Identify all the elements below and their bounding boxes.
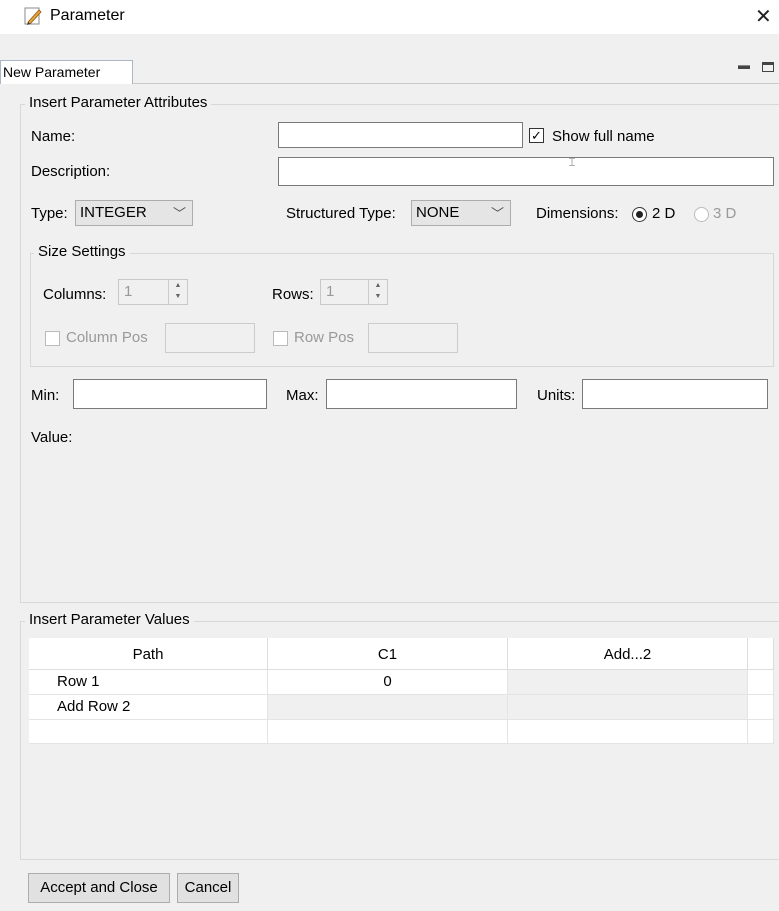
stepper-arrows-icon[interactable]: ▲ ▼ — [368, 280, 387, 304]
row-pos-label: Row Pos — [294, 329, 355, 346]
dimension-3d-radio[interactable] — [694, 207, 709, 222]
minimize-view-icon[interactable]: ▬ — [738, 58, 750, 72]
table-cell — [508, 670, 748, 695]
column-header-spacer — [748, 638, 774, 670]
chevron-down-icon: ﹀ — [490, 206, 504, 221]
chevron-down-icon: ﹀ — [172, 206, 186, 221]
type-select[interactable]: INTEGER ﹀ — [75, 200, 193, 226]
values-table: Path C1 Add...2 Row 1 0 Add Row 2 — [29, 638, 774, 744]
type-label: Type: — [31, 205, 68, 222]
table-row-label[interactable]: Add Row 2 — [29, 695, 268, 720]
table-cell[interactable]: 0 — [268, 670, 508, 695]
table-cell — [268, 695, 508, 720]
show-full-name-checkbox[interactable]: ✓ — [529, 128, 544, 143]
rows-label: Rows: — [272, 286, 314, 303]
text-cursor-icon: Ɪ — [569, 157, 576, 169]
dimension-2d-label: 2 D — [652, 205, 676, 222]
dimension-3d-label: 3 D — [713, 205, 737, 222]
description-label: Description: — [31, 163, 111, 180]
dimensions-label: Dimensions: — [536, 205, 619, 222]
columns-label: Columns: — [43, 286, 107, 303]
value-label: Value: — [31, 429, 73, 446]
tab-divider — [133, 83, 779, 84]
description-field[interactable] — [278, 157, 774, 186]
max-field[interactable] — [326, 379, 517, 409]
size-settings-legend: Size Settings — [34, 243, 130, 260]
pencil-icon — [24, 7, 42, 25]
dimension-2d-radio[interactable] — [632, 207, 647, 222]
structured-type-value: NONE — [416, 204, 460, 221]
columns-stepper[interactable]: 1 ▲ ▼ — [118, 279, 188, 305]
maximize-view-icon[interactable] — [762, 62, 774, 72]
column-header-path[interactable]: Path — [29, 638, 268, 670]
row-pos-checkbox[interactable] — [273, 331, 288, 346]
table-row-label — [29, 720, 268, 744]
units-field[interactable] — [582, 379, 768, 409]
rows-stepper[interactable]: 1 ▲ ▼ — [320, 279, 388, 305]
table-cell — [748, 720, 774, 744]
cancel-button[interactable]: Cancel — [177, 873, 239, 903]
table-cell — [748, 695, 774, 720]
rows-value: 1 — [326, 283, 335, 300]
units-label: Units: — [537, 387, 576, 404]
values-legend: Insert Parameter Values — [25, 611, 194, 628]
table-cell — [268, 720, 508, 744]
structured-type-label: Structured Type: — [286, 205, 396, 222]
min-field[interactable] — [73, 379, 267, 409]
table-cell — [508, 720, 748, 744]
name-label: Name: — [31, 128, 76, 145]
column-header-c1[interactable]: C1 — [268, 638, 508, 670]
columns-value: 1 — [124, 283, 133, 300]
table-cell — [508, 695, 748, 720]
attributes-legend: Insert Parameter Attributes — [25, 94, 212, 111]
window-title: Parameter — [50, 7, 125, 24]
column-header-add[interactable]: Add...2 — [508, 638, 748, 670]
name-field[interactable] — [278, 122, 523, 148]
column-pos-field[interactable] — [165, 323, 255, 353]
column-pos-label: Column Pos — [66, 329, 148, 346]
structured-type-select[interactable]: NONE ﹀ — [411, 200, 511, 226]
close-icon[interactable]: ✕ — [755, 4, 772, 29]
min-label: Min: — [31, 387, 60, 404]
row-pos-field[interactable] — [368, 323, 458, 353]
table-row-label[interactable]: Row 1 — [29, 670, 268, 695]
type-select-value: INTEGER — [80, 204, 147, 221]
accept-and-close-button[interactable]: Accept and Close — [28, 873, 170, 903]
show-full-name-label: Show full name — [552, 128, 655, 145]
max-label: Max: — [286, 387, 319, 404]
stepper-arrows-icon[interactable]: ▲ ▼ — [168, 280, 187, 304]
column-pos-checkbox[interactable] — [45, 331, 60, 346]
tab-new-parameter[interactable]: New Parameter — [0, 60, 133, 84]
table-cell — [748, 670, 774, 695]
